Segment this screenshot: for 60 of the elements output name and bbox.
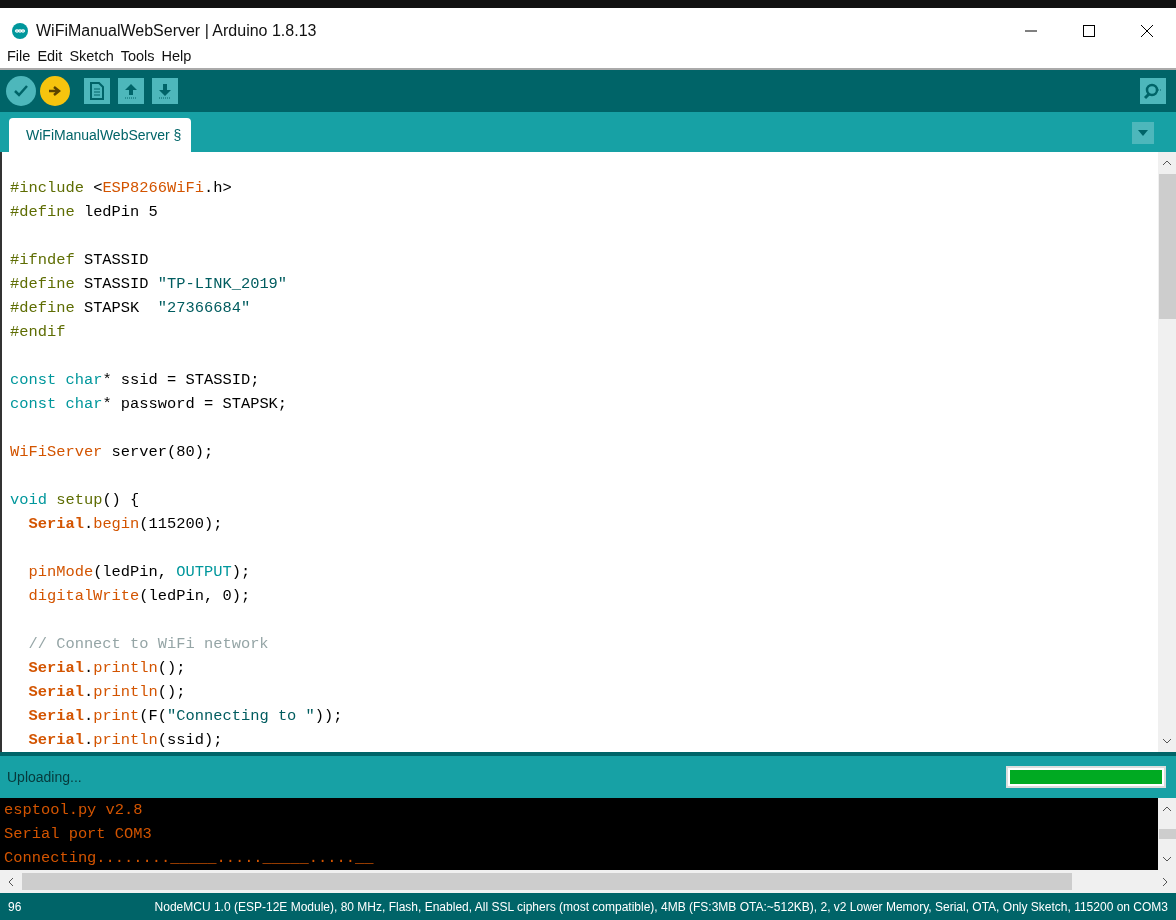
code-line: #endif <box>10 323 66 341</box>
verify-button[interactable] <box>6 76 36 106</box>
serial-monitor-button[interactable] <box>1140 78 1166 104</box>
menu-item[interactable]: Edit <box>34 45 66 68</box>
code-line: const char* password = STAPSK; <box>10 395 288 413</box>
code-line: WiFiServer server(80); <box>10 443 214 461</box>
menu-item[interactable]: Sketch <box>66 45 117 68</box>
console-line: esptool.py v2.8 <box>4 800 144 821</box>
scrollbar-thumb[interactable] <box>22 873 1072 890</box>
code-line: pinMode(ledPin, OUTPUT); <box>27 563 251 581</box>
magnifier-icon <box>1143 82 1163 100</box>
console-line: Connecting........_____....._____.....__ <box>4 848 375 869</box>
scroll-down-icon <box>1162 738 1172 744</box>
open-button[interactable] <box>118 78 144 104</box>
app-logo-icon <box>12 22 28 39</box>
code-line: #define STAPSK "27366684" <box>10 299 251 317</box>
scrollbar-thumb[interactable] <box>1158 174 1176 319</box>
code-line: void setup() { <box>10 491 140 509</box>
console-line: Serial port COM3 <box>4 824 153 845</box>
code-line: digitalWrite(ledPin, 0); <box>27 587 251 605</box>
code-line: #ifndef STASSID <box>10 251 149 269</box>
upload-button[interactable] <box>40 76 70 106</box>
horizontal-scrollbar[interactable] <box>0 870 1176 893</box>
scroll-up-icon <box>1162 160 1172 166</box>
code-line: Serial.println(); <box>27 659 186 677</box>
scroll-right-icon <box>1162 876 1168 887</box>
scroll-up-icon <box>1162 806 1172 812</box>
scroll-left-icon <box>8 876 14 887</box>
checkmark-icon <box>13 84 29 98</box>
window-title: WiFiManualWebServer | Arduino 1.8.13 <box>36 20 317 41</box>
console-scrollbar[interactable] <box>1158 798 1176 870</box>
code-line: #include <ESP8266WiFi.h> <box>10 179 232 197</box>
code-line: Serial.println(ssid); <box>27 731 223 749</box>
scroll-down-icon <box>1162 856 1172 862</box>
board-info: NodeMCU 1.0 (ESP-12E Module), 80 MHz, Flash, Enabled, All SSL ciphers (most compatible), 4MB (FS:3MB OTA:~512KB), 2, v2 Lower Memory, Serial, OTA, Only Sketch, 115200 on COM3 <box>154 898 1168 916</box>
menu-item[interactable]: File <box>4 45 34 68</box>
right-arrow-icon <box>48 85 62 97</box>
up-arrow-icon <box>123 82 139 100</box>
new-sketch-button[interactable] <box>84 78 110 104</box>
tab-menu-button[interactable] <box>1132 122 1154 144</box>
down-arrow-icon <box>157 82 173 100</box>
line-number: 96 <box>8 898 22 916</box>
scrollbar-thumb[interactable] <box>1158 829 1176 839</box>
code-line: // Connect to WiFi network <box>27 635 269 653</box>
vertical-scrollbar[interactable] <box>1158 152 1176 752</box>
code-line: const char* ssid = STASSID; <box>10 371 260 389</box>
menu-item[interactable]: Help <box>158 45 195 68</box>
sketch-tab[interactable]: WiFiManualWebServer § <box>9 118 192 152</box>
document-icon <box>90 82 104 100</box>
code-line: Serial.begin(115200); <box>27 515 223 533</box>
close-icon <box>1140 24 1154 37</box>
code-line: Serial.println(); <box>27 683 186 701</box>
code-line: #define STASSID "TP-LINK_2019" <box>10 275 288 293</box>
save-button[interactable] <box>152 78 178 104</box>
menu-item[interactable]: Tools <box>117 45 158 68</box>
status-message: Uploading... <box>7 767 82 787</box>
caret-icon <box>1138 130 1148 136</box>
code-line: Serial.print(F("Connecting to ")); <box>27 707 343 725</box>
maximize-icon <box>1082 24 1096 37</box>
code-line: #define ledPin 5 <box>10 203 158 221</box>
